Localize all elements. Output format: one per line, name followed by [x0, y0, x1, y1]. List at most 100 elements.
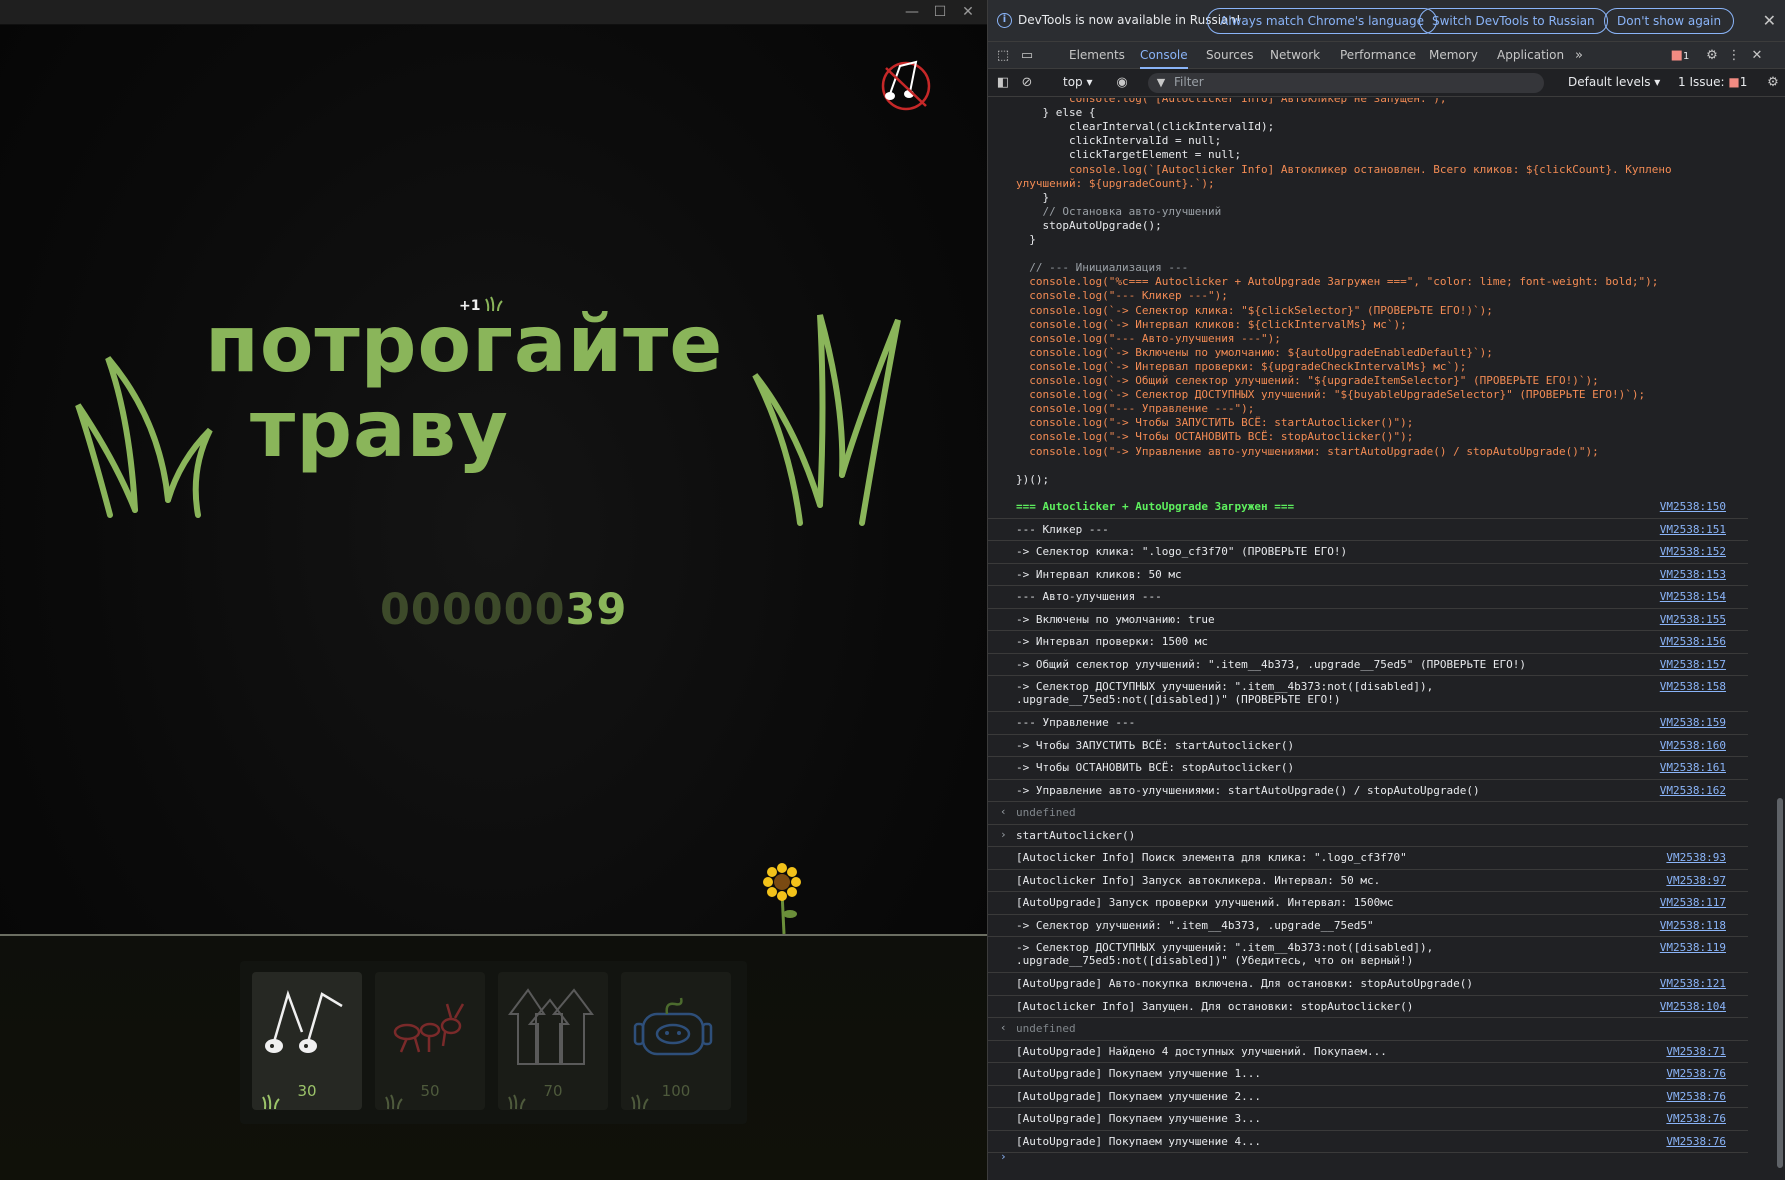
filter-input[interactable]: ▼ Filter — [1148, 73, 1544, 93]
device-toolbar-icon[interactable]: ▭ — [1018, 47, 1036, 65]
log-row: ‹ undefined — [988, 1018, 1748, 1041]
log-source-link[interactable]: VM2538:151 — [1660, 523, 1726, 536]
always-match-language-button[interactable]: Always match Chrome's language — [1207, 8, 1437, 34]
settings-gear-icon[interactable]: ⚙ — [1703, 47, 1721, 65]
maximize-button[interactable]: ☐ — [928, 2, 952, 22]
code-line: stopAutoUpgrade(); — [1016, 218, 1162, 232]
log-text: === Autoclicker + AutoUpgrade Загружен =… — [1016, 500, 1295, 513]
log-source-link[interactable]: VM2538:117 — [1660, 896, 1726, 909]
log-levels-dropdown[interactable]: Default levels ▾ — [1568, 75, 1660, 89]
console-prompt-input[interactable]: › — [1000, 1150, 1007, 1163]
close-devtools-icon[interactable]: ✕ — [1748, 47, 1766, 65]
log-text: --- Управление --- — [1016, 716, 1136, 729]
code-line: console.log("%c=== Autoclicker + AutoUpg… — [1016, 275, 1659, 289]
tab-application[interactable]: Application — [1497, 42, 1564, 69]
code-line: } — [1016, 190, 1050, 204]
shop-item-arrows[interactable]: 70 — [498, 972, 608, 1110]
log-source-link[interactable]: VM2538:159 — [1660, 716, 1726, 729]
shop-item-ant[interactable]: 50 — [375, 972, 485, 1110]
code-line: // --- Инициализация --- — [1016, 261, 1189, 275]
log-text: undefined — [1016, 1022, 1076, 1035]
log-text: -> Чтобы ЗАПУСТИТЬ ВСЁ: startAutoclicker… — [1016, 738, 1295, 752]
code-line: console.log("-> Чтобы ОСТАНОВИТЬ ВСЁ: st… — [1016, 430, 1414, 444]
mute-music-icon[interactable] — [878, 56, 938, 112]
context-selector[interactable]: top ▾ — [1063, 75, 1093, 89]
more-tabs-icon[interactable]: » — [1570, 47, 1588, 65]
log-source-link[interactable]: VM2538:93 — [1666, 851, 1726, 864]
shop-item-robot[interactable]: 100 — [621, 972, 731, 1110]
log-text: [AutoUpgrade] Покупаем улучшение 2... — [1016, 1089, 1262, 1103]
live-expression-eye-icon[interactable]: ◉ — [1113, 74, 1131, 92]
tab-console[interactable]: Console — [1140, 42, 1188, 69]
price-value: 30 — [297, 1082, 317, 1100]
console-scrollbar[interactable] — [1775, 98, 1785, 1180]
log-text: [Autoclicker Info] Запущен. Для остановк… — [1016, 999, 1414, 1013]
log-source-link[interactable]: VM2538:157 — [1660, 658, 1726, 671]
code-line: // Остановка авто-улучшений — [1016, 204, 1222, 218]
more-options-icon[interactable]: ⋮ — [1725, 47, 1743, 65]
log-row: [AutoUpgrade] Покупаем улучшение 4... VM2… — [988, 1131, 1748, 1153]
log-source-link[interactable]: VM2538:161 — [1660, 761, 1726, 774]
log-source-link[interactable]: VM2538:162 — [1660, 784, 1726, 797]
filter-placeholder: Filter — [1174, 75, 1204, 89]
log-source-link[interactable]: VM2538:76 — [1666, 1135, 1726, 1148]
issues-counter[interactable]: 1 Issue: ■1 — [1678, 75, 1747, 89]
close-infobar-icon[interactable]: ✕ — [1763, 11, 1776, 30]
log-text: [AutoUpgrade] Запуск проверки улучшений.… — [1016, 896, 1394, 909]
log-source-link[interactable]: VM2538:154 — [1660, 590, 1726, 603]
switch-to-russian-button[interactable]: Switch DevTools to Russian — [1419, 8, 1608, 34]
price-value: 70 — [543, 1082, 563, 1100]
music-notes-icon — [265, 990, 343, 1053]
inspect-element-icon[interactable]: ⬚ — [994, 47, 1012, 65]
log-source-link[interactable]: VM2538:153 — [1660, 568, 1726, 581]
log-text: startAutoclicker() — [1016, 828, 1136, 842]
log-source-link[interactable]: VM2538:160 — [1660, 739, 1726, 752]
game-page: — ☐ ✕ +1 потрогайте траву 00000039 30 50… — [0, 0, 987, 1180]
log-source-link[interactable]: VM2538:76 — [1666, 1112, 1726, 1125]
logo-title-line2: траву — [250, 385, 509, 475]
log-source-link[interactable]: VM2538:76 — [1666, 1067, 1726, 1080]
log-source-link[interactable]: VM2538:155 — [1660, 613, 1726, 626]
logo-touch-grass[interactable]: потрогайте траву — [70, 300, 920, 530]
sprout-icon — [385, 1094, 403, 1110]
dont-show-again-button[interactable]: Don't show again — [1604, 8, 1735, 34]
log-source-link[interactable]: VM2538:104 — [1660, 1000, 1726, 1013]
score-counter: 00000039 — [380, 585, 626, 637]
info-icon: i — [997, 13, 1012, 28]
console-settings-gear-icon[interactable]: ⚙ — [1764, 74, 1782, 92]
code-line: console.log("--- Управление ---"); — [1016, 402, 1255, 416]
console-output: console.log("[Autoclicker Info] Автоклик… — [988, 98, 1778, 1180]
price-value: 50 — [420, 1082, 440, 1100]
clear-console-icon[interactable]: ⊘ — [1018, 74, 1036, 92]
log-row: [AutoUpgrade] Запуск проверки улучшений.… — [988, 892, 1748, 915]
context-label: top — [1063, 75, 1083, 89]
shop-item-music[interactable]: 30 — [252, 972, 362, 1110]
log-source-link[interactable]: VM2538:97 — [1666, 874, 1726, 887]
log-source-link[interactable]: VM2538:152 — [1660, 545, 1726, 558]
tab-performance[interactable]: Performance — [1340, 42, 1416, 69]
log-source-link[interactable]: VM2538:156 — [1660, 635, 1726, 648]
minimize-button[interactable]: — — [900, 2, 924, 22]
log-source-link[interactable]: VM2538:150 — [1660, 500, 1726, 513]
scrollbar-thumb[interactable] — [1777, 798, 1783, 1168]
log-source-link[interactable]: VM2538:158 — [1660, 680, 1726, 693]
close-window-button[interactable]: ✕ — [956, 2, 980, 22]
code-line: улучшений: ${upgradeCount}.`); — [1016, 176, 1215, 190]
log-row: [AutoUpgrade] Авто-покупка включена. Для… — [988, 973, 1748, 996]
tab-memory[interactable]: Memory — [1429, 42, 1478, 69]
log-row: -> Селектор улучшений: ".item__4b373, .u… — [988, 915, 1748, 937]
log-source-link[interactable]: VM2538:76 — [1666, 1090, 1726, 1103]
tab-sources[interactable]: Sources — [1206, 42, 1253, 69]
log-source-link[interactable]: VM2538:121 — [1660, 977, 1726, 990]
tab-network[interactable]: Network — [1270, 42, 1320, 69]
log-source-link[interactable]: VM2538:118 — [1660, 919, 1726, 932]
issues-badge-icon[interactable]: ■1 — [1667, 47, 1693, 65]
log-row: [Autoclicker Info] Поиск элемента для кл… — [988, 847, 1748, 870]
sidebar-toggle-icon[interactable]: ◧ — [994, 74, 1012, 92]
log-source-link[interactable]: VM2538:71 — [1666, 1045, 1726, 1058]
log-text: -> Чтобы ОСТАНОВИТЬ ВСЁ: stopAutoclicker… — [1016, 761, 1295, 774]
log-source-link[interactable]: VM2538:119 — [1660, 941, 1726, 954]
tab-elements[interactable]: Elements — [1069, 42, 1125, 69]
code-line: console.log("[Autoclicker Info] Автоклик… — [1016, 98, 1447, 105]
code-line: })(); — [1016, 472, 1050, 486]
